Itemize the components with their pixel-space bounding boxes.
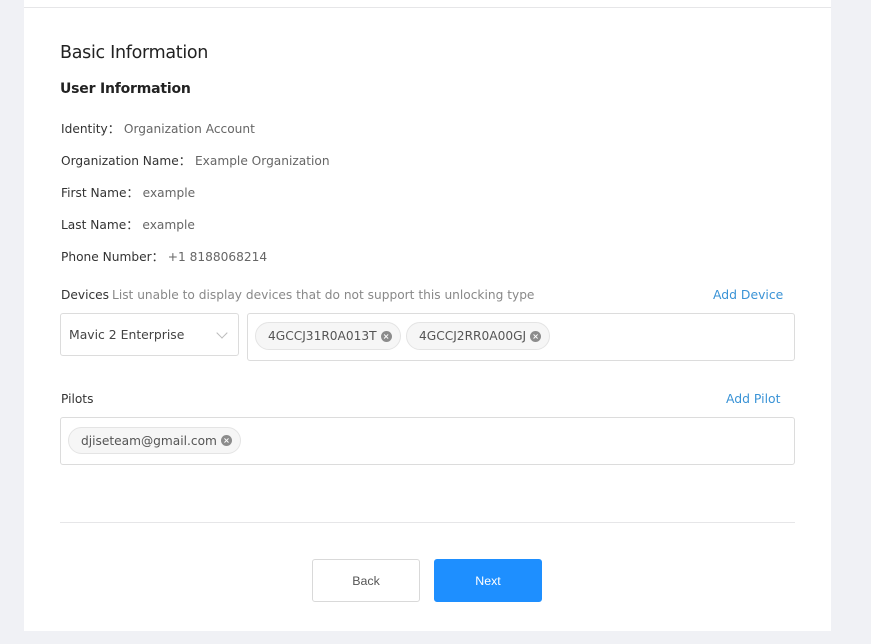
basic-info-card: Basic Information User Information Ident…	[24, 0, 831, 631]
device-model-select[interactable]: Mavic 2 Enterprise	[60, 313, 239, 356]
section-title: Basic Information	[60, 43, 209, 63]
device-tag-label: 4GCCJ31R0A013T	[268, 329, 377, 343]
devices-hint: List unable to display devices that do n…	[112, 288, 535, 302]
organization-name-row: Organization Name： Example Organization	[61, 151, 330, 169]
pilot-tag-label: djiseteam@gmail.com	[81, 433, 217, 448]
device-tag-label: 4GCCJ2RR0A00GJ	[419, 329, 527, 343]
devices-tag-input[interactable]: 4GCCJ31R0A013T × 4GCCJ2RR0A00GJ ×	[247, 313, 795, 361]
device-model-value: Mavic 2 Enterprise	[69, 327, 185, 342]
pilot-tag: djiseteam@gmail.com ×	[68, 427, 241, 454]
devices-label: Devices	[61, 288, 110, 302]
phone-number-value: +1 8188068214	[167, 250, 268, 264]
top-divider	[24, 7, 831, 8]
organization-name-value: Example Organization	[194, 154, 330, 168]
identity-row: Identity： Organization Account	[61, 119, 255, 137]
back-button[interactable]: Back	[312, 559, 420, 602]
close-icon[interactable]: ×	[380, 330, 392, 342]
first-name-label: First Name：	[61, 186, 139, 200]
chevron-down-icon	[216, 327, 228, 339]
user-info-title: User Information	[60, 81, 191, 97]
first-name-row: First Name： example	[61, 183, 195, 201]
identity-label: Identity：	[61, 122, 120, 136]
device-tag: 4GCCJ2RR0A00GJ ×	[406, 322, 551, 350]
first-name-value: example	[142, 186, 196, 200]
devices-label-group: Devices List unable to display devices th…	[61, 288, 534, 302]
organization-name-label: Organization Name：	[61, 154, 191, 168]
last-name-value: example	[142, 218, 195, 232]
bottom-divider	[60, 522, 795, 523]
identity-value: Organization Account	[123, 122, 255, 136]
add-pilot-link[interactable]: Add Pilot	[726, 391, 780, 406]
last-name-label: Last Name：	[61, 218, 139, 232]
phone-number-row: Phone Number： +1 8188068214	[61, 247, 267, 265]
next-button[interactable]: Next	[434, 559, 542, 602]
last-name-row: Last Name： example	[61, 215, 195, 233]
add-device-link[interactable]: Add Device	[713, 287, 783, 302]
device-tag: 4GCCJ31R0A013T ×	[255, 322, 401, 350]
close-icon[interactable]: ×	[220, 435, 232, 446]
pilots-tag-input[interactable]: djiseteam@gmail.com ×	[60, 417, 795, 465]
close-icon[interactable]: ×	[530, 330, 542, 342]
phone-number-label: Phone Number：	[61, 250, 164, 264]
pilots-label: Pilots	[61, 392, 94, 406]
